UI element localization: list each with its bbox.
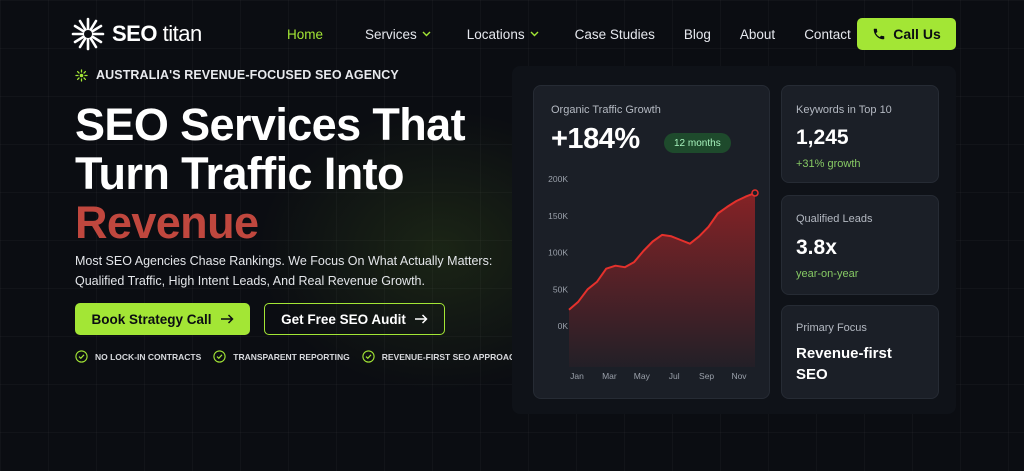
eyebrow-text: AUSTRALIA'S REVENUE-FOCUSED SEO AGENCY: [96, 68, 399, 82]
chart-end-point: [751, 189, 759, 197]
dashboard-panel: 200K 150K 100K 50K 0K Jan Mar May Jul Sep Nov Orga…: [512, 66, 956, 414]
logo[interactable]: SEO titan: [70, 16, 202, 52]
logo-text: SEO titan: [112, 21, 202, 46]
check-item-label: REVENUE-FIRST SEO APPROACH: [381, 351, 522, 362]
eyebrow: AUSTRALIA'S REVENUE-FOCUSED SEO AGENCY: [75, 68, 399, 82]
keywords-card: Keywords in Top 10 1,245 +31% growth: [781, 85, 939, 183]
call-us-label: Call Us: [893, 26, 941, 42]
y-tick-label: 100K: [548, 248, 568, 258]
chart-area-fill: [569, 193, 755, 367]
leads-value: 3.8x: [796, 236, 837, 259]
leads-label: Qualified Leads: [796, 213, 873, 225]
check-circle-icon: [362, 350, 375, 363]
call-us-button[interactable]: Call Us: [857, 18, 956, 50]
hero-title-accent: Revenue: [75, 197, 259, 248]
leads-card: Qualified Leads 3.8x year-on-year: [781, 195, 939, 295]
focus-label: Primary Focus: [796, 322, 867, 334]
check-item: NO LOCK-IN CONTRACTS: [75, 350, 201, 363]
y-tick-label: 200K: [548, 174, 568, 184]
y-tick-label: 150K: [548, 211, 568, 221]
keywords-label: Keywords in Top 10: [796, 104, 892, 116]
x-tick-label: Sep: [699, 371, 714, 381]
feature-checks: NO LOCK-IN CONTRACTS TRANSPARENT REPORTI…: [75, 350, 533, 363]
main-nav: Home Services Locations Case Studies Blo…: [287, 26, 851, 42]
period-badge: 12 months: [664, 133, 731, 153]
arrow-right-icon: [414, 314, 428, 324]
y-tick-label: 50K: [553, 284, 568, 294]
keywords-growth: +31% growth: [796, 158, 861, 170]
nav-about[interactable]: About: [740, 27, 775, 42]
x-tick-label: Jul: [669, 371, 680, 381]
nav-contact[interactable]: Contact: [804, 27, 851, 42]
chart-title: Organic Traffic Growth: [551, 104, 661, 116]
keywords-value: 1,245: [796, 126, 849, 149]
book-strategy-call-label: Book Strategy Call: [91, 311, 212, 327]
chevron-down-icon: [422, 31, 431, 37]
x-tick-label: Jan: [570, 371, 584, 381]
hero-title-line-2: Turn Traffic Into: [75, 148, 405, 199]
book-strategy-call-button[interactable]: Book Strategy Call: [75, 303, 250, 335]
nav-services[interactable]: Services: [365, 27, 431, 42]
sunburst-logo-icon: [71, 17, 105, 51]
check-item: TRANSPARENT REPORTING: [213, 350, 350, 363]
x-tick-label: May: [634, 371, 651, 381]
hero-title: SEO Services That Turn Traffic Into Reve…: [75, 99, 466, 248]
check-item: REVENUE-FIRST SEO APPROACH: [362, 350, 521, 363]
arrow-right-icon: [220, 314, 234, 324]
check-item-label: NO LOCK-IN CONTRACTS: [95, 351, 202, 362]
hero-title-line-1: SEO Services That: [75, 99, 466, 150]
leads-sub: year-on-year: [796, 268, 859, 280]
x-tick-label: Mar: [602, 371, 617, 381]
check-circle-icon: [75, 350, 88, 363]
focus-card: Primary Focus Revenue-first SEO: [781, 305, 939, 399]
nav-services-label: Services: [365, 26, 417, 42]
hero-description: Most SEO Agencies Chase Rankings. We Foc…: [75, 254, 493, 288]
check-circle-icon: [213, 350, 226, 363]
phone-icon: [874, 28, 885, 40]
nav-locations[interactable]: Locations: [467, 27, 539, 42]
focus-value: Revenue-first SEO: [796, 345, 892, 383]
free-seo-audit-label: Get Free SEO Audit: [281, 311, 406, 327]
nav-case-studies[interactable]: Case Studies: [575, 27, 655, 42]
nav-home[interactable]: Home: [287, 27, 323, 42]
sunburst-badge-icon: [75, 68, 88, 82]
check-item-label: TRANSPARENT REPORTING: [233, 351, 350, 362]
free-seo-audit-button[interactable]: Get Free SEO Audit: [264, 303, 445, 335]
nav-blog[interactable]: Blog: [684, 27, 711, 42]
x-tick-label: Nov: [731, 371, 747, 381]
traffic-chart-card: 200K 150K 100K 50K 0K Jan Mar May Jul Sep Nov Orga…: [533, 85, 770, 399]
y-tick-label: 0K: [558, 321, 569, 331]
chevron-down-icon: [530, 31, 539, 37]
chart-value: +184%: [551, 123, 640, 155]
nav-locations-label: Locations: [466, 26, 525, 42]
